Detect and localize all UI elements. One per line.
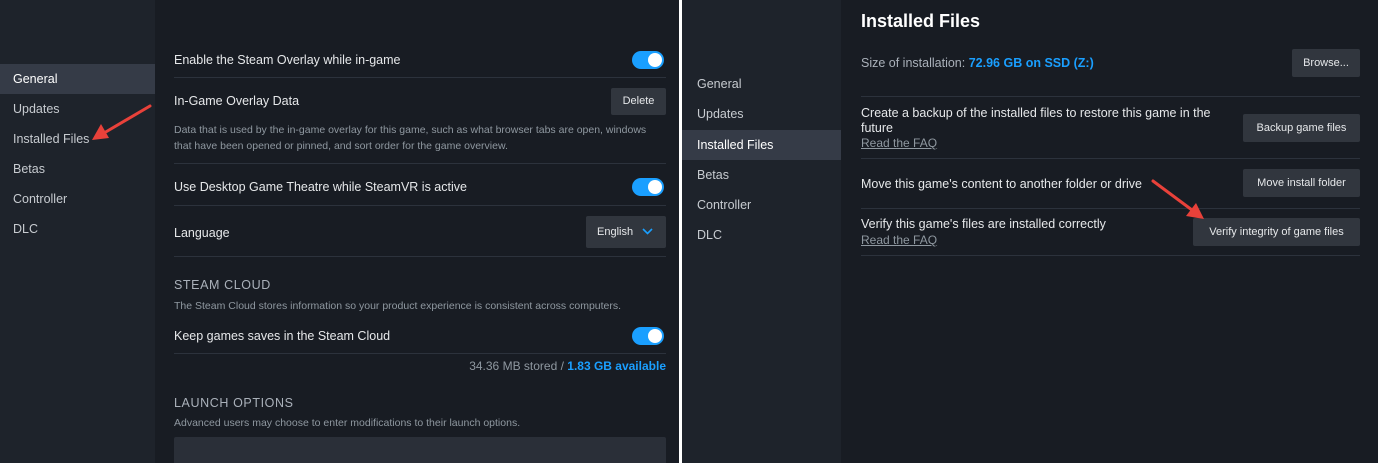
steam-cloud-description: The Steam Cloud stores information so yo… [174,300,622,312]
move-description: Move this game's content to another fold… [861,177,1143,191]
theatre-toggle[interactable] [632,178,664,196]
overlay-label: Enable the Steam Overlay while in-game [174,53,401,67]
launch-options-header: LAUNCH OPTIONS [174,396,294,410]
sidebar-item-installed-files[interactable]: Installed Files [682,130,841,160]
divider [861,255,1360,256]
sidebar-item-controller[interactable]: Controller [0,184,155,214]
size-value: 72.96 GB on SSD (Z:) [968,56,1094,70]
theatre-label: Use Desktop Game Theatre while SteamVR i… [174,180,467,194]
left-screenshot-panel: General Updates Installed Files Betas Co… [0,0,679,463]
sidebar-item-betas[interactable]: Betas [0,154,155,184]
overlay-data-label: In-Game Overlay Data [174,94,300,108]
divider [861,158,1360,159]
sidebar-item-dlc[interactable]: DLC [682,220,841,250]
language-label: Language [174,226,230,240]
steam-cloud-toggle[interactable] [632,327,664,345]
divider [174,256,666,257]
divider [861,208,1360,209]
toggle-knob [648,329,662,343]
sidebar-item-controller[interactable]: Controller [682,190,841,220]
divider [174,163,666,164]
sidebar-item-installed-files[interactable]: Installed Files [0,124,155,154]
general-settings-content: Enable the Steam Overlay while in-game I… [155,0,679,463]
sidebar-item-dlc[interactable]: DLC [0,214,155,244]
chevron-down-icon [642,228,653,235]
cloud-storage-status: 34.36 MB stored / 1.83 GB available [469,359,666,373]
move-install-folder-button[interactable]: Move install folder [1243,169,1360,197]
right-sidebar: General Updates Installed Files Betas Co… [682,0,841,463]
left-sidebar: General Updates Installed Files Betas Co… [0,0,155,463]
language-dropdown[interactable]: English [586,216,666,248]
sidebar-item-updates[interactable]: Updates [0,94,155,124]
launch-options-input[interactable] [174,437,666,463]
steam-cloud-header: STEAM CLOUD [174,278,271,292]
sidebar-item-general[interactable]: General [682,69,841,99]
backup-faq-link[interactable]: Read the FAQ [861,136,937,150]
browse-button[interactable]: Browse... [1292,49,1360,77]
installed-files-content: Installed Files Size of installation: 72… [841,0,1378,463]
toggle-knob [648,180,662,194]
cloud-available-text: 1.83 GB available [567,359,666,373]
sidebar-item-betas[interactable]: Betas [682,160,841,190]
launch-options-description: Advanced users may choose to enter modif… [174,417,521,429]
backup-description: Create a backup of the installed files t… [861,106,1211,135]
delete-button[interactable]: Delete [611,88,666,115]
divider [174,77,666,78]
overlay-data-description: Data that is used by the in-game overlay… [174,124,647,152]
language-value: English [597,226,634,238]
keep-saves-label: Keep games saves in the Steam Cloud [174,329,391,343]
cloud-stored-text: 34.36 MB stored / [469,359,564,373]
divider [174,205,666,206]
sidebar-item-general[interactable]: General [0,64,155,94]
verify-integrity-button[interactable]: Verify integrity of game files [1193,218,1360,246]
sidebar-item-updates[interactable]: Updates [682,99,841,129]
page-title: Installed Files [861,11,981,31]
overlay-toggle[interactable] [632,51,664,69]
toggle-knob [648,53,662,67]
right-screenshot-panel: General Updates Installed Files Betas Co… [682,0,1378,463]
divider [861,96,1360,97]
size-label: Size of installation: [861,56,966,70]
installation-size: Size of installation: 72.96 GB on SSD (Z… [861,56,1094,70]
verify-description: Verify this game's files are installed c… [861,217,1106,231]
verify-faq-link[interactable]: Read the FAQ [861,233,937,247]
divider [174,353,666,354]
backup-game-files-button[interactable]: Backup game files [1243,114,1360,142]
